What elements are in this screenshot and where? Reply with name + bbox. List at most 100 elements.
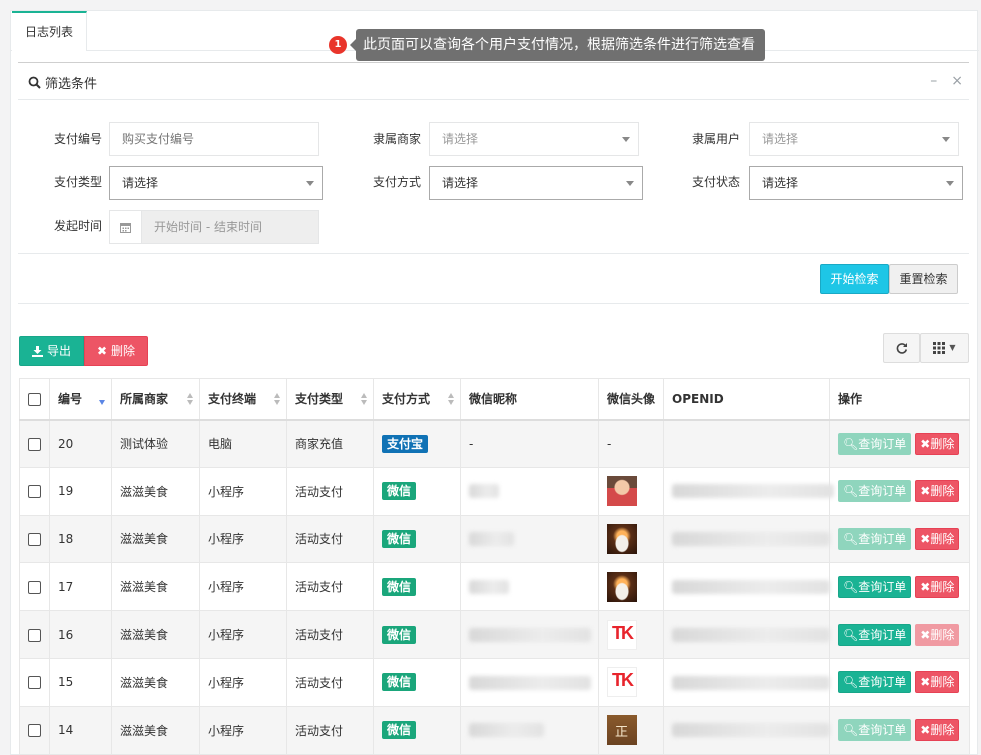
row-delete-button[interactable]: ✖删除 <box>915 575 960 598</box>
type-cell: 商家充值 <box>286 419 374 468</box>
row-checkbox[interactable] <box>28 532 41 546</box>
query-order-button[interactable]: 🔍︎查询订单 <box>838 527 912 550</box>
divider <box>18 253 969 254</box>
avatar-cell: - <box>598 419 664 468</box>
avatar-cell <box>598 466 664 516</box>
row-delete-button[interactable]: ✖删除 <box>915 623 960 646</box>
delete-button[interactable]: ✖ 删除 <box>84 336 148 366</box>
pay-no-input[interactable] <box>109 122 319 156</box>
chevron-down-icon: ▼ <box>949 343 956 352</box>
close-icon: ✖ <box>920 723 931 738</box>
merchant-label: 隶属商家 <box>372 132 421 146</box>
row-checkbox[interactable] <box>28 676 41 690</box>
hint-number-badge: 1 <box>329 36 347 54</box>
column-header-merchant[interactable]: 所属商家 <box>111 378 200 421</box>
type-cell: 活动支付 <box>286 466 374 516</box>
row-checkbox[interactable] <box>28 724 41 738</box>
query-order-button[interactable]: 🔍︎查询订单 <box>838 623 912 646</box>
user-select[interactable]: 请选择 <box>749 122 959 156</box>
id-cell: 18 <box>49 514 112 564</box>
openid-cell <box>663 419 830 468</box>
row-delete-label: 删除 <box>930 627 955 642</box>
table-row: 14 滋滋美食 小程序 活动支付 微信 🔍︎查询订单✖删除 <box>19 705 970 755</box>
row-delete-button[interactable]: ✖删除 <box>915 527 960 550</box>
query-order-button[interactable]: 🔍︎查询订单 <box>838 432 912 455</box>
row-delete-label: 删除 <box>930 531 955 546</box>
terminal-cell: 小程序 <box>199 657 287 707</box>
reset-search-button[interactable]: 重置检索 <box>889 264 958 294</box>
row-checkbox-cell <box>19 657 50 707</box>
redacted-openid <box>672 580 830 595</box>
chevron-down-icon <box>626 181 634 186</box>
pay-status-select[interactable]: 请选择 <box>749 166 963 200</box>
table-row: 18 滋滋美食 小程序 活动支付 微信 🔍︎查询订单 ✖删除 <box>19 514 970 564</box>
terminal-cell: 电脑 <box>199 419 287 468</box>
openid-cell <box>663 562 830 612</box>
select-all-checkbox[interactable] <box>28 392 41 406</box>
pay-method-select[interactable]: 请选择 <box>429 166 643 200</box>
actions-cell: 🔍︎查询订单 ✖删除 <box>829 610 970 659</box>
query-order-button[interactable]: 🔍︎查询订单 <box>838 575 912 598</box>
pay-type-label: 支付类型 <box>53 175 102 189</box>
row-checkbox[interactable] <box>28 437 41 451</box>
row-delete-label: 删除 <box>930 436 955 451</box>
pay-method-badge: 微信 <box>382 721 417 740</box>
column-header-type[interactable]: 支付类型 <box>286 378 374 421</box>
openid-cell <box>663 657 830 707</box>
export-button[interactable]: 导出 <box>19 336 84 366</box>
pay-type-select-value: 请选择 <box>122 176 159 190</box>
pay-type-select[interactable]: 请选择 <box>109 166 323 200</box>
date-range-input[interactable]: 开始时间 - 结束时间 <box>109 210 319 244</box>
pay-status-label: 支付状态 <box>691 175 740 189</box>
row-checkbox-cell <box>19 562 50 612</box>
actions-cell: 🔍︎查询订单 ✖删除 <box>829 514 970 564</box>
actions-cell: 🔍︎查询订单 ✖删除 <box>829 705 970 755</box>
chevron-down-icon <box>622 137 630 142</box>
row-checkbox[interactable] <box>28 580 41 594</box>
user-avatar <box>607 619 637 650</box>
query-order-button[interactable]: 🔍︎查询订单 <box>838 480 912 503</box>
close-icon[interactable]: × <box>951 73 963 89</box>
pay-status-select-value: 请选择 <box>762 176 799 190</box>
column-header-label: 支付终端 <box>208 392 257 407</box>
redacted-nickname <box>469 675 591 690</box>
redacted-openid <box>672 675 830 690</box>
tab-log-list[interactable]: 日志列表 <box>12 11 87 51</box>
column-header-label: 支付类型 <box>295 392 344 407</box>
sort-icon <box>187 393 193 405</box>
row-checkbox[interactable] <box>28 628 41 642</box>
table-row: 20 测试体验 电脑 商家充值 支付宝 - - 🔍︎查询订单 ✖删除 <box>19 419 970 468</box>
start-search-button[interactable]: 开始检索 <box>820 264 889 294</box>
row-checkbox-cell <box>19 514 50 564</box>
query-order-button[interactable]: 🔍︎查询订单 <box>838 719 912 742</box>
terminal-cell: 小程序 <box>199 705 287 755</box>
calendar-icon <box>110 211 142 243</box>
column-header-method[interactable]: 支付方式 <box>373 378 461 421</box>
close-icon: ✖ <box>920 579 931 594</box>
refresh-button[interactable] <box>883 333 920 363</box>
columns-button[interactable]: ▼ <box>920 333 969 363</box>
terminal-cell: 小程序 <box>199 562 287 612</box>
row-checkbox[interactable] <box>28 485 41 499</box>
row-delete-button[interactable]: ✖删除 <box>915 432 960 455</box>
row-delete-button[interactable]: ✖删除 <box>915 480 960 503</box>
search-icon: 🔍︎ <box>843 675 859 690</box>
row-delete-button[interactable]: ✖删除 <box>915 719 960 742</box>
merchant-select[interactable]: 请选择 <box>429 122 639 156</box>
pay-method-badge: 微信 <box>382 482 417 501</box>
column-header-id[interactable]: 编号 <box>49 378 112 421</box>
row-delete-button[interactable]: ✖删除 <box>915 671 960 694</box>
id-cell: 16 <box>49 610 112 659</box>
filter-title: 筛选条件 <box>28 73 97 92</box>
query-order-label: 查询订单 <box>858 436 907 451</box>
column-header-terminal[interactable]: 支付终端 <box>199 378 287 421</box>
type-cell: 活动支付 <box>286 562 374 612</box>
id-cell: 20 <box>49 419 112 468</box>
sort-icon <box>448 393 454 405</box>
query-order-label: 查询订单 <box>858 675 907 690</box>
search-icon: 🔍︎ <box>843 579 859 594</box>
collapse-icon[interactable]: – <box>930 73 937 89</box>
start-time-label: 发起时间 <box>53 219 102 233</box>
nickname-cell <box>460 657 599 707</box>
query-order-button[interactable]: 🔍︎查询订单 <box>838 671 912 694</box>
